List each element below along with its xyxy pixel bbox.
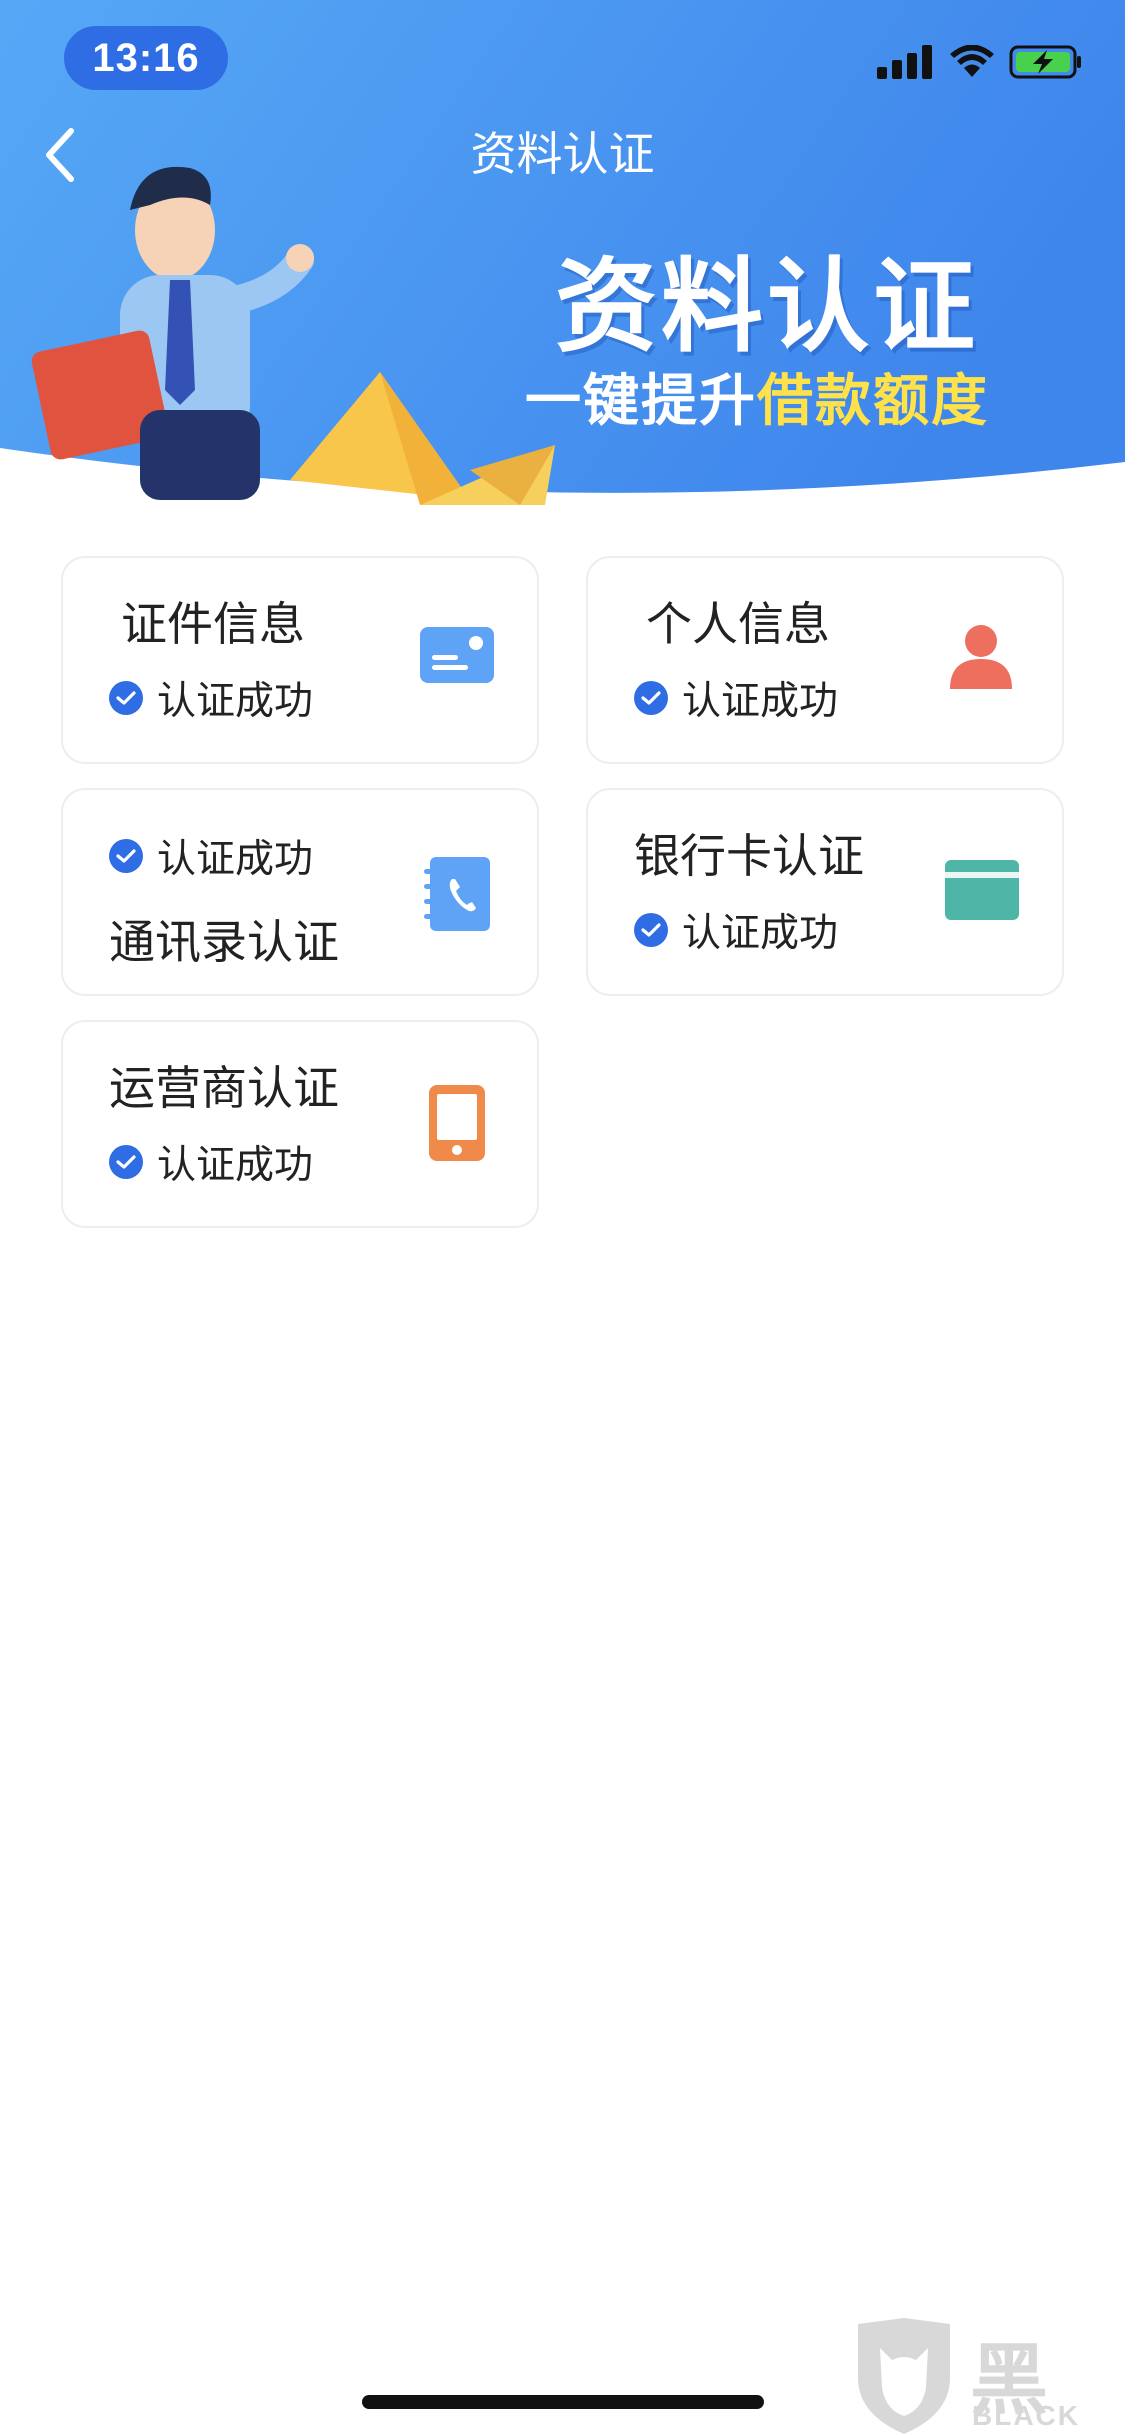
card-status: 认证成功 — [109, 828, 313, 884]
home-indicator[interactable] — [362, 2395, 764, 2409]
card-status-text: 认证成功 — [682, 679, 839, 724]
card-contacts[interactable]: 认证成功 通讯录认证 — [61, 788, 539, 996]
card-carrier[interactable]: 运营商认证 认证成功 — [61, 1020, 539, 1228]
card-status-text: 认证成功 — [157, 837, 314, 882]
mobile-phone-icon — [427, 1084, 487, 1162]
card-status: 认证成功 — [634, 902, 838, 958]
watermark-brand-en: BLACK CAT — [972, 2400, 1080, 2436]
check-circle-icon — [634, 913, 668, 947]
check-circle-icon — [634, 681, 668, 715]
bank-card-icon — [944, 858, 1020, 922]
check-circle-icon — [109, 839, 143, 873]
card-status: 认证成功 — [109, 670, 313, 726]
card-personal-info[interactable]: 个人信息 认证成功 — [586, 556, 1064, 764]
card-title: 银行卡认证 — [634, 829, 864, 883]
card-status: 认证成功 — [109, 1134, 313, 1190]
card-bank-card[interactable]: 银行卡认证 认证成功 — [586, 788, 1064, 996]
card-title: 证件信息 — [121, 597, 305, 651]
card-title: 个人信息 — [646, 597, 830, 651]
card-title: 运营商认证 — [109, 1061, 339, 1115]
cat-shield-logo — [858, 2318, 950, 2434]
check-circle-icon — [109, 681, 143, 715]
card-status-text: 认证成功 — [682, 911, 839, 956]
card-status-text: 认证成功 — [157, 1143, 314, 1188]
card-status-text: 认证成功 — [157, 679, 314, 724]
card-status: 认证成功 — [634, 670, 838, 726]
card-title: 通讯录认证 — [109, 915, 339, 969]
card-id-info[interactable]: 证件信息 认证成功 — [61, 556, 539, 764]
watermark: 黑猫 BLACK CAT — [852, 2318, 1122, 2436]
id-card-icon — [419, 624, 495, 686]
person-icon — [946, 622, 1016, 692]
phonebook-icon — [423, 856, 491, 932]
verification-cards: 证件信息 认证成功 个人信息 认证成功 认证成功 通讯录认证 银行卡认证 认证成… — [0, 0, 1125, 1300]
check-circle-icon — [109, 1145, 143, 1179]
